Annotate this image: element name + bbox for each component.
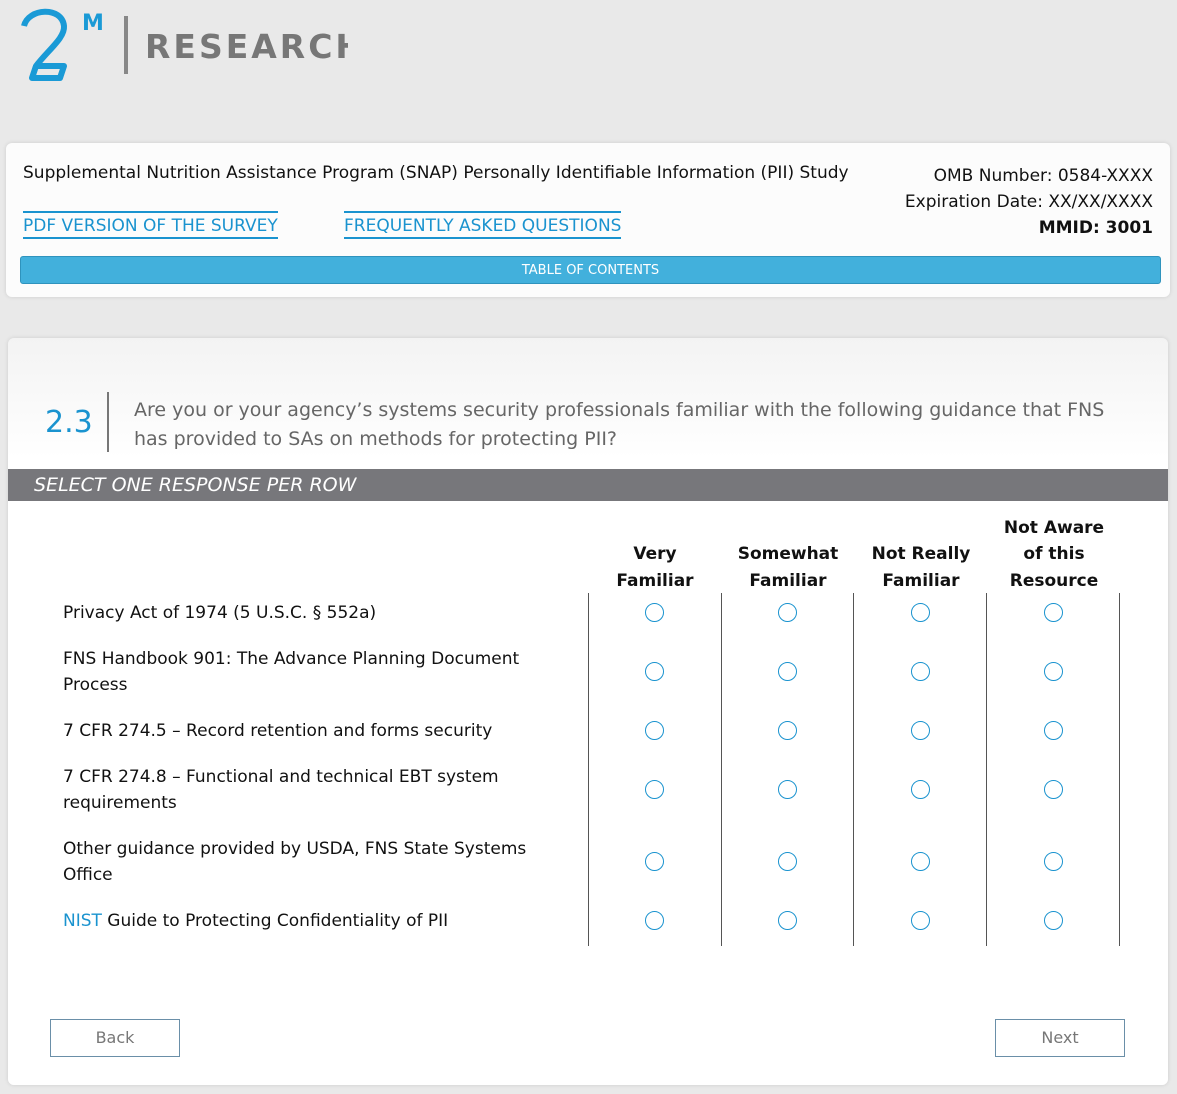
column-header: Not Really Familiar xyxy=(856,541,986,594)
row-label: Other guidance provided by USDA, FNS Sta… xyxy=(63,836,563,889)
faq-link[interactable]: FREQUENTLY ASKED QUESTIONS xyxy=(344,211,622,239)
row-label-text: 7 CFR 274.5 – Record retention and forms… xyxy=(63,720,493,741)
table-of-contents-button[interactable]: TABLE OF CONTENTS xyxy=(20,256,1161,284)
response-radio[interactable] xyxy=(911,911,930,930)
response-radio[interactable] xyxy=(645,780,664,799)
divider xyxy=(107,392,109,452)
row-label: 7 CFR 274.8 – Functional and technical E… xyxy=(63,764,563,817)
row-label: FNS Handbook 901: The Advance Planning D… xyxy=(63,646,563,699)
response-radio[interactable] xyxy=(778,911,797,930)
response-radio[interactable] xyxy=(911,780,930,799)
logo: M RESEARCH xyxy=(18,4,363,89)
response-radio[interactable] xyxy=(911,662,930,681)
response-radio[interactable] xyxy=(645,721,664,740)
column-header-line: Not Really xyxy=(871,544,971,564)
column-header: Very Familiar xyxy=(590,541,720,594)
2m-logo-icon: M RESEARCH xyxy=(21,8,363,81)
omb-number: OMB Number: 0584-XXXX xyxy=(933,166,1153,186)
response-radio[interactable] xyxy=(645,603,664,622)
column-header-line: Very xyxy=(633,544,677,564)
row-label: NIST Guide to Protecting Confidentiality… xyxy=(63,908,563,935)
response-radio[interactable] xyxy=(1044,911,1063,930)
column-header-line: Familiar xyxy=(616,570,694,591)
nist-link[interactable]: NIST xyxy=(63,911,102,931)
column-divider xyxy=(853,593,854,946)
response-radio[interactable] xyxy=(778,780,797,799)
row-label: Privacy Act of 1974 (5 U.S.C. § 552a) xyxy=(63,600,563,627)
response-radio[interactable] xyxy=(1044,852,1063,871)
row-label-text: Guide to Protecting Confidentiality of P… xyxy=(101,910,449,931)
row-label-text: 7 CFR 274.8 – Functional and technical E… xyxy=(63,766,499,814)
column-divider xyxy=(1119,593,1120,946)
question-text: Are you or your agency’s systems securit… xyxy=(134,399,1105,450)
column-header-line: Somewhat xyxy=(737,544,839,564)
response-radio[interactable] xyxy=(778,603,797,622)
svg-text:M: M xyxy=(82,11,104,36)
study-title: Supplemental Nutrition Assistance Progra… xyxy=(23,163,849,183)
column-divider xyxy=(588,593,589,946)
column-header: Somewhat Familiar xyxy=(723,541,853,594)
next-button[interactable]: Next xyxy=(995,1019,1125,1057)
response-radio[interactable] xyxy=(778,721,797,740)
row-label-text: FNS Handbook 901: The Advance Planning D… xyxy=(63,648,520,696)
back-button[interactable]: Back xyxy=(50,1019,180,1057)
expiration-date: Expiration Date: XX/XX/XXXX xyxy=(904,192,1153,212)
column-header-line: Familiar xyxy=(749,570,827,591)
response-radio[interactable] xyxy=(1044,603,1063,622)
response-radio[interactable] xyxy=(911,721,930,740)
response-radio[interactable] xyxy=(645,911,664,930)
response-radio[interactable] xyxy=(645,662,664,681)
row-label: 7 CFR 274.5 – Record retention and forms… xyxy=(63,718,563,745)
response-radio[interactable] xyxy=(911,852,930,871)
row-label-text: Privacy Act of 1974 (5 U.S.C. § 552a) xyxy=(63,602,377,623)
response-radio[interactable] xyxy=(1044,721,1063,740)
response-radio[interactable] xyxy=(645,852,664,871)
column-header-line: of this xyxy=(1023,544,1085,564)
mmid: MMID: 3001 xyxy=(1038,218,1153,238)
response-radio[interactable] xyxy=(778,852,797,871)
column-divider xyxy=(986,593,987,946)
column-header-line: Not Aware xyxy=(1003,517,1105,538)
instruction-band: SELECT ONE RESPONSE PER ROW xyxy=(8,469,1168,501)
instruction-text: SELECT ONE RESPONSE PER ROW xyxy=(34,474,357,496)
omb-info: OMB Number: 0584-XXXX Expiration Date: X… xyxy=(905,163,1153,241)
response-radio[interactable] xyxy=(911,603,930,622)
row-label-text: Other guidance provided by USDA, FNS Sta… xyxy=(63,838,527,886)
response-radio[interactable] xyxy=(1044,662,1063,681)
svg-text:RESEARCH: RESEARCH xyxy=(145,27,348,66)
response-radio[interactable] xyxy=(778,662,797,681)
column-divider xyxy=(721,593,722,946)
pdf-version-link[interactable]: PDF VERSION OF THE SURVEY xyxy=(23,211,278,239)
response-radio[interactable] xyxy=(1044,780,1063,799)
column-header-line: Resource xyxy=(1009,570,1099,591)
question-number: 2.3 xyxy=(45,405,93,440)
column-header: Not Aware of this Resource xyxy=(989,515,1119,595)
column-header-line: Familiar xyxy=(882,570,960,591)
